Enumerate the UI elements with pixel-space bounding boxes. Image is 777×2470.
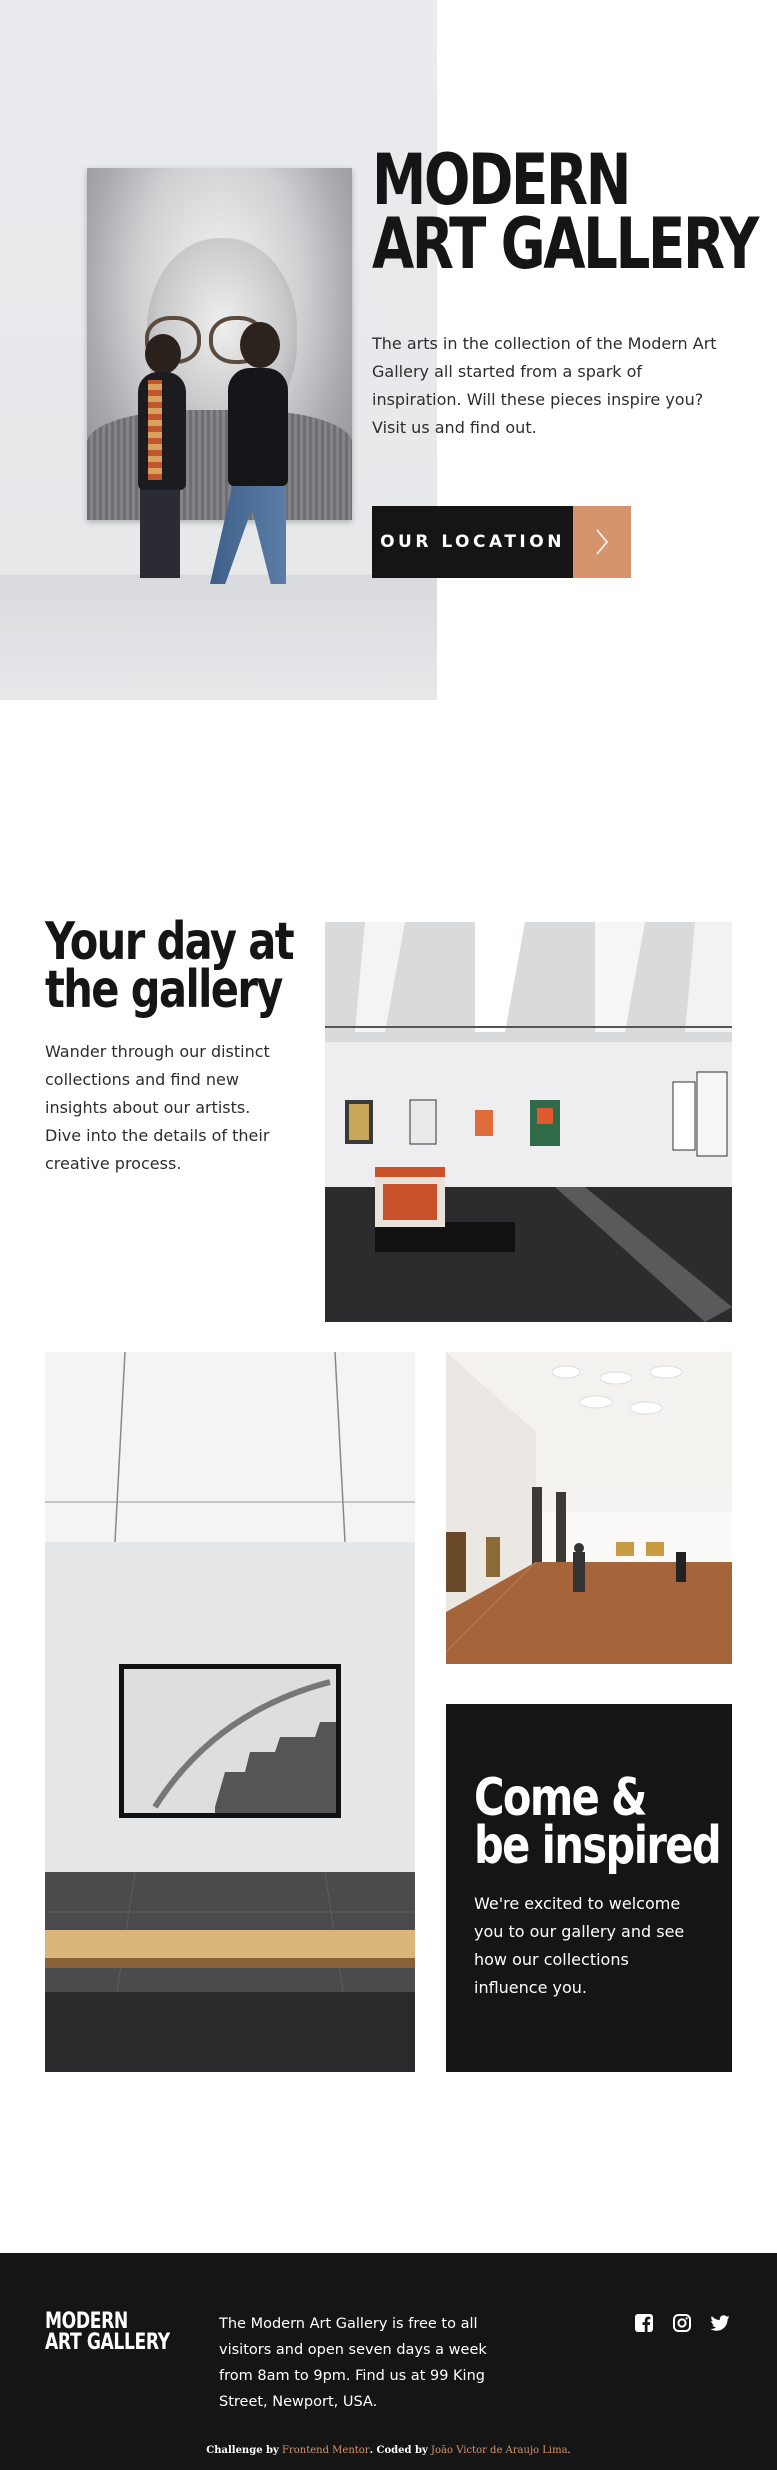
- visitor-1-body: [138, 372, 186, 490]
- facebook-icon[interactable]: [634, 2313, 654, 2333]
- inspired-text: We're excited to welcome you to our gall…: [474, 1894, 685, 1997]
- visitor-1-head: [145, 334, 181, 374]
- instagram-icon[interactable]: [672, 2313, 692, 2333]
- intro-title-line2: the gallery: [45, 960, 283, 1020]
- our-location-button[interactable]: OUR LOCATION: [372, 506, 631, 578]
- visitor-1-legs: [140, 488, 180, 578]
- footer-logo-line1: MODERN: [45, 2309, 128, 2334]
- come-be-inspired-panel: Come & be inspired We're excited to welc…: [446, 1704, 732, 2072]
- intro-title-line1: Your day at: [45, 912, 295, 972]
- chevron-right-icon[interactable]: [573, 506, 631, 578]
- portrait-coat: [87, 410, 352, 520]
- attribution-coded-prefix: . Coded by: [369, 2445, 428, 2456]
- gallery-hall-image: [325, 922, 732, 1322]
- attribution-suffix: .: [567, 2445, 571, 2456]
- portrait-painting: [87, 168, 352, 520]
- frontend-mentor-link[interactable]: Frontend Mentor: [282, 2445, 370, 2456]
- hero-floor: [0, 575, 437, 700]
- footer: MODERN ART GALLERY The Modern Art Galler…: [0, 2253, 777, 2470]
- footer-logo[interactable]: MODERN ART GALLERY: [45, 2309, 170, 2355]
- visitor-2-head: [240, 322, 280, 368]
- inspired-title: Come & be inspired: [474, 1768, 722, 1876]
- inspired-title-line1: Come &: [474, 1768, 647, 1828]
- framed-staircase-image: [45, 1352, 415, 2072]
- social-links: [634, 2313, 730, 2333]
- hero-description: The arts in the collection of the Modern…: [372, 334, 717, 437]
- intro-title: Your day at the gallery: [45, 912, 295, 1020]
- footer-description: The Modern Art Gallery is free to all vi…: [219, 2316, 487, 2410]
- visitor-1-scarf: [148, 380, 162, 480]
- our-location-label[interactable]: OUR LOCATION: [372, 506, 573, 578]
- attribution-challenge-prefix: Challenge by: [206, 2445, 279, 2456]
- hero-title: MODERN ART GALLERY: [372, 145, 759, 285]
- hero-title-line2: ART GALLERY: [372, 203, 759, 285]
- visitor-2-body: [228, 368, 288, 486]
- twitter-icon[interactable]: [710, 2313, 730, 2333]
- author-link[interactable]: João Victor de Araujo Lima: [431, 2445, 568, 2456]
- intro-text: Wander through our distinct collections …: [45, 1042, 270, 1173]
- inspired-title-line2: be inspired: [474, 1816, 722, 1876]
- gallery-corridor-image: [446, 1352, 732, 1664]
- attribution: Challenge by Frontend Mentor. Coded by J…: [0, 2445, 777, 2456]
- footer-logo-line2: ART GALLERY: [45, 2330, 170, 2355]
